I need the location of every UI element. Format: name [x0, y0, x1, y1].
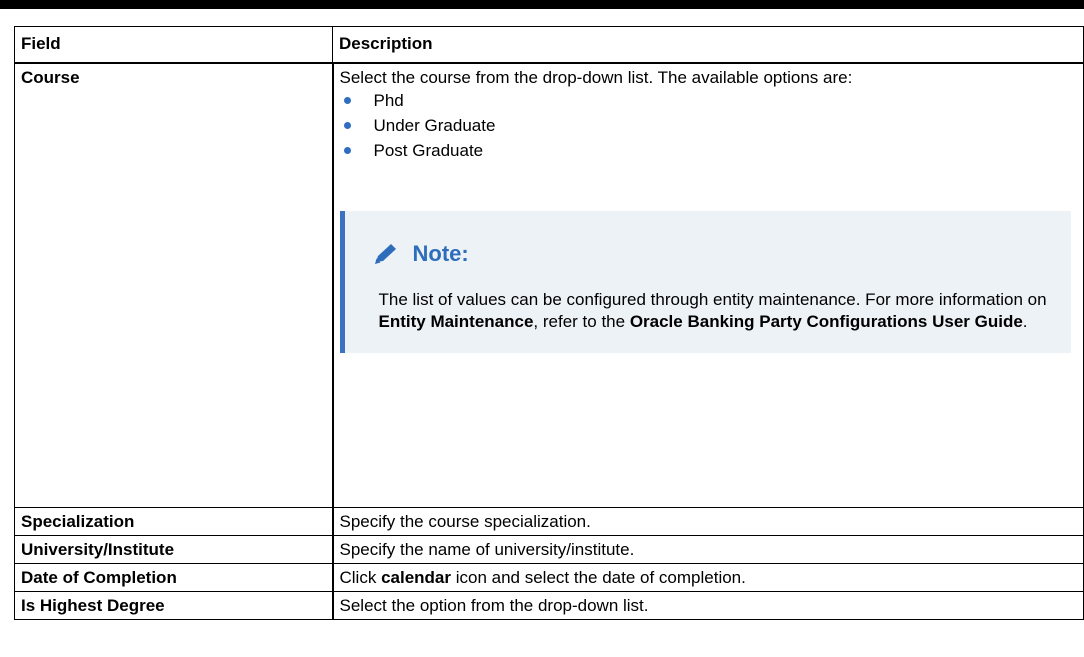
field-description-table: Field Description Course Select the cour…: [14, 26, 1084, 620]
field-name: University/Institute: [14, 535, 334, 564]
option-label: Under Graduate: [373, 116, 496, 135]
pencil-icon: [374, 244, 396, 264]
desc-part: icon and select the date of completion.: [451, 568, 746, 587]
header-field: Field: [14, 26, 333, 64]
bullet-dot-icon: [343, 97, 351, 104]
option-label: Phd: [373, 91, 404, 110]
desc-bold: calendar: [381, 568, 451, 587]
note-text-part: , refer to the: [533, 312, 630, 331]
options-list: Phd Under Graduate Post Graduate: [340, 88, 1078, 163]
list-item: Post Graduate: [340, 138, 1078, 163]
field-description: Select the course from the drop-down lis…: [332, 62, 1084, 508]
table-row: University/Institute Specify the name of…: [14, 535, 1084, 564]
field-name: Date of Completion: [14, 563, 334, 592]
table-header-row: Field Description: [14, 26, 1084, 64]
desc-part: Click: [339, 568, 382, 587]
option-label: Post Graduate: [373, 141, 484, 160]
description-text: Select the course from the drop-down lis…: [339, 68, 853, 87]
field-description: Select the option from the drop-down lis…: [332, 591, 1084, 620]
field-name: Course: [14, 62, 334, 508]
field-name: Specialization: [14, 507, 334, 536]
table-row: Course Select the course from the drop-d…: [14, 62, 1084, 508]
note-heading: Note:: [371, 241, 1048, 267]
note-title: Note:: [412, 241, 469, 266]
list-item: Under Graduate: [340, 113, 1078, 138]
field-description: Specify the course specialization.: [332, 507, 1084, 536]
note-text: The list of values can be configured thr…: [371, 289, 1048, 333]
table-row: Specialization Specify the course specia…: [14, 507, 1084, 536]
table-row: Date of Completion Click calendar icon a…: [14, 563, 1084, 592]
note-text-part: .: [1022, 312, 1028, 331]
field-name: Is Highest Degree: [14, 591, 334, 620]
field-description: Specify the name of university/institute…: [332, 535, 1084, 564]
header-description: Description: [332, 26, 1084, 64]
bullet-dot-icon: [343, 122, 351, 129]
list-item: Phd: [340, 88, 1078, 113]
note-bold-entity: Entity Maintenance: [378, 312, 534, 331]
top-rule: [0, 0, 1084, 9]
table-row: Is Highest Degree Select the option from…: [14, 591, 1084, 620]
field-description: Click calendar icon and select the date …: [332, 563, 1084, 592]
note-bold-guide: Oracle Banking Party Configurations User…: [629, 312, 1023, 331]
note-box: Note: The list of values can be configur…: [339, 211, 1071, 353]
bullet-dot-icon: [343, 147, 351, 154]
note-text-part: The list of values can be configured thr…: [378, 290, 1047, 309]
